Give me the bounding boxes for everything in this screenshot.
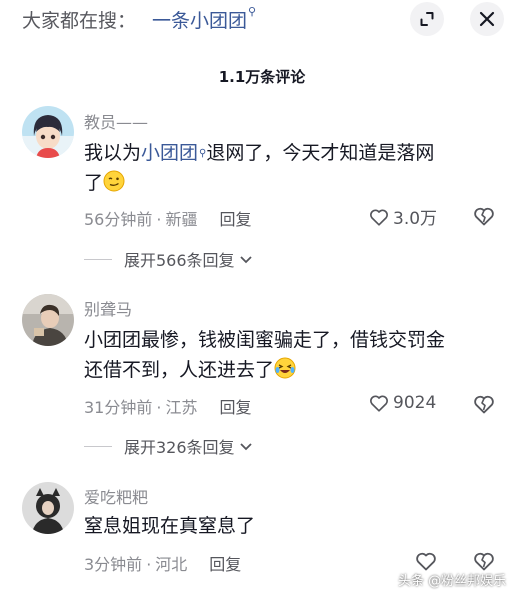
dislike-button[interactable]	[472, 392, 496, 420]
heart-icon	[370, 209, 388, 226]
avatar[interactable]	[22, 294, 74, 346]
like-button[interactable]: 3.0万	[368, 204, 437, 229]
broken-heart-icon	[474, 207, 494, 226]
search-suggestion-prefix: 大家都在搜：	[22, 10, 137, 32]
expand-icon	[420, 12, 434, 26]
comment-location: 河北	[155, 555, 188, 574]
search-suggestion-query: 一条小团团	[152, 10, 248, 32]
comment-text: 小团团最惨，钱被闺蜜骗走了，借钱交罚金 还借不到，人还进去了	[84, 329, 446, 381]
laughing-tears-emoji	[274, 357, 296, 379]
comment-author[interactable]: 爱吃粑粑	[84, 484, 148, 508]
avatar[interactable]	[22, 482, 74, 534]
divider	[84, 445, 112, 447]
like-count: 3.0万	[393, 209, 438, 229]
comment-meta: 31分钟前 · 江苏 回复	[84, 398, 252, 417]
reply-button[interactable]: 回复	[219, 398, 251, 417]
dislike-button[interactable]	[472, 204, 496, 232]
wry-smile-emoji	[103, 170, 125, 192]
keyword-link[interactable]: 小团团⚲	[141, 142, 206, 164]
comment-text: 窒息姐现在真窒息了	[84, 515, 256, 537]
chevron-down-icon	[239, 256, 252, 264]
comment-location: 新疆	[165, 210, 198, 229]
expand-replies-button[interactable]: 展开566条回复	[84, 247, 253, 271]
watermark: 头条 @粉丝邦娱乐	[398, 574, 507, 589]
comment-meta: 3分钟前 · 河北 回复	[84, 555, 242, 574]
top-bar: 大家都在搜： 一条小团团⚲	[0, 0, 524, 40]
avatar[interactable]	[22, 106, 74, 158]
reply-button[interactable]: 回复	[209, 555, 241, 574]
comment-author[interactable]: 别聋马	[84, 296, 132, 320]
expand-replies-button[interactable]: 展开326条回复	[84, 434, 253, 458]
broken-heart-icon	[474, 395, 494, 414]
comment-text: 我以为小团团⚲退网了，今天才知道是落网 了	[84, 142, 435, 194]
comment-count-title: 1.1万条评论	[218, 68, 306, 86]
heart-icon	[370, 395, 388, 412]
comment-time: 56分钟前	[84, 210, 153, 229]
comment-author[interactable]: 教员——	[84, 109, 148, 133]
like-count: 9024	[393, 393, 437, 413]
expand-button[interactable]	[410, 2, 444, 36]
comment-time: 31分钟前	[84, 398, 153, 417]
reply-button[interactable]: 回复	[219, 210, 251, 229]
search-small-icon: ⚲	[199, 148, 207, 159]
search-small-icon: ⚲	[248, 5, 257, 18]
expand-replies-label: 展开326条回复	[124, 438, 235, 457]
search-suggestion-link[interactable]: 一条小团团⚲	[152, 5, 257, 33]
like-button[interactable]: 9024	[368, 392, 436, 414]
close-icon	[479, 11, 495, 27]
expand-replies-label: 展开566条回复	[124, 251, 235, 270]
chevron-down-icon	[239, 443, 252, 451]
comment-meta: 56分钟前 · 新疆 回复	[84, 210, 252, 229]
close-button[interactable]	[470, 2, 504, 36]
comment-time: 3分钟前	[84, 555, 143, 574]
divider	[84, 258, 112, 260]
comment-location: 江苏	[165, 398, 198, 417]
